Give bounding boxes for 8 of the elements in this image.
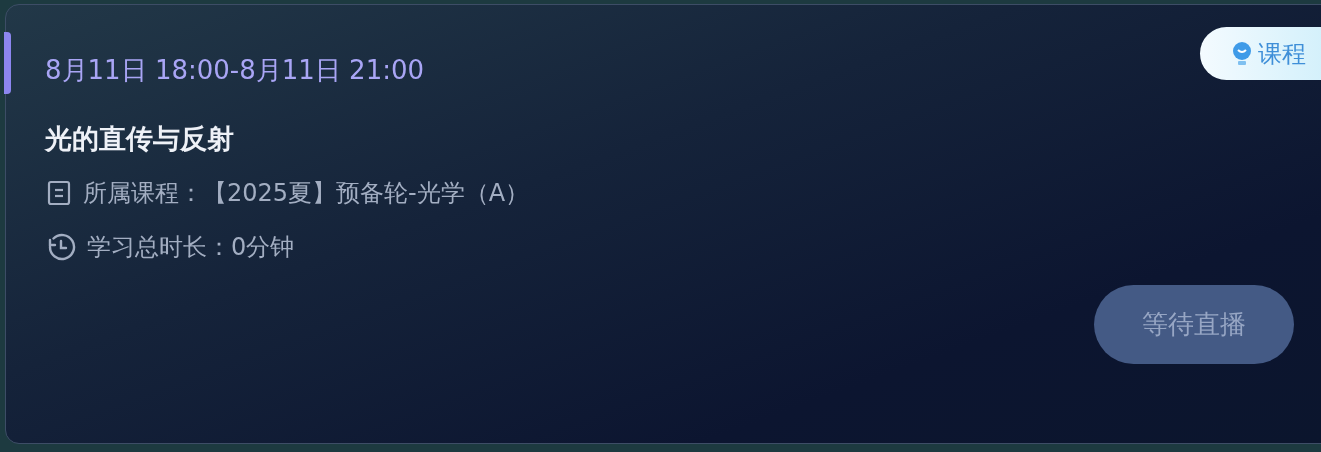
detail-text: 所属课程：【2025夏】预备轮-光学（A）	[83, 178, 530, 209]
lightbulb-icon	[1232, 40, 1252, 67]
time-range: 8月11日 18:00-8月11日 21:00	[45, 54, 425, 87]
document-icon	[45, 179, 73, 207]
detail-text: 学习总时长：0分钟	[87, 232, 295, 263]
tag-label: 课程	[1258, 38, 1306, 70]
accent-bar	[4, 32, 11, 94]
lesson-title: 光的直传与反射	[45, 122, 234, 156]
